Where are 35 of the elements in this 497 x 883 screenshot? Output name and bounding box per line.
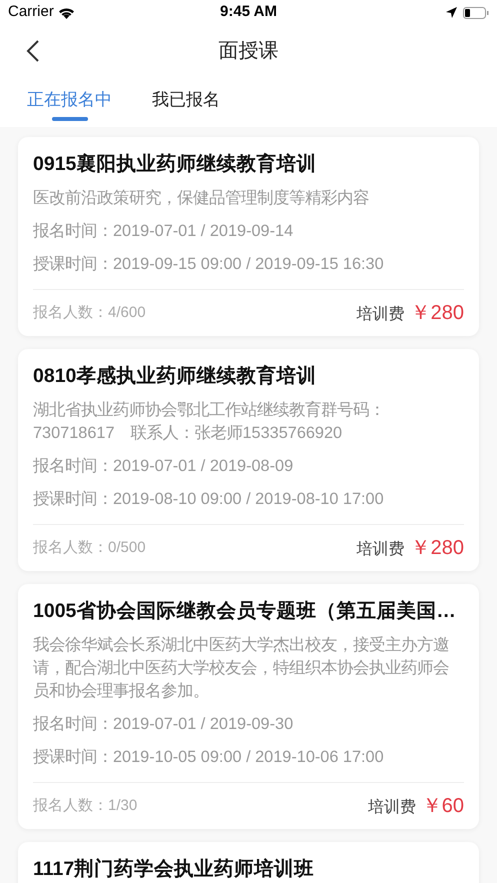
battery-icon (463, 6, 489, 18)
enrollment-count: 报名人数：0/500 (33, 538, 146, 558)
course-title: 0810孝感执业药师继续教育培训 (33, 364, 318, 389)
price: ￥280 (410, 301, 464, 326)
course-card[interactable]: 0915襄阳执业药师继续教育培训 医改前沿政策研究，保健品管理制度等精彩内容 报名时间：2019-07-01 / 2019-09-14 授课时间：2019-09-15 09:00 / 2019-09-15 16:30 报名人数：4/600 培训费 ￥280 (18, 137, 479, 336)
course-card[interactable]: 0810孝感执业药师继续教育培训 湖北省执业药师协会鄂北工作站继续教育群号码：730718617 联系人：张老师15335766920 报名时间：2019-07-01 / 2019-08-09 授课时间：2019-08-10 09:00 / 2019-08-10 17:00 报名人数：0/500 培训费 ￥280 (18, 349, 479, 571)
course-title: 0915襄阳执业药师继续教育培训 (33, 152, 318, 177)
signup-period: 报名时间：2019-07-01 / 2019-09-14 (33, 221, 294, 242)
course-title: 1005省协会国际继教会员专题班（第五届美国… (33, 599, 457, 624)
location-icon (446, 7, 457, 18)
class-period: 授课时间：2019-09-15 09:00 / 2019-09-15 16:30 (33, 254, 385, 275)
price: ￥280 (410, 536, 464, 561)
signup-period: 报名时间：2019-07-01 / 2019-08-09 (33, 456, 294, 477)
fee-label: 培训费 (356, 304, 405, 325)
price: ￥60 (422, 794, 464, 819)
status-time: 9:45 AM (220, 2, 277, 22)
course-description: 医改前沿政策研究，保健品管理制度等精彩内容 (33, 188, 370, 209)
page-title: 面授课 (218, 39, 278, 64)
course-title: 1117荆门药学会执业药师培训班 (33, 857, 316, 882)
fee-label: 培训费 (368, 798, 416, 818)
carrier-label: Carrier (8, 2, 54, 22)
enrollment-count: 报名人数：4/600 (33, 302, 146, 323)
enrollment-count: 报名人数：1/30 (33, 796, 138, 816)
fee-label: 培训费 (356, 540, 405, 560)
class-period: 授课时间：2019-10-05 09:00 / 2019-10-06 17:00 (33, 747, 385, 768)
tab[interactable]: 正在报名中 (27, 77, 112, 127)
course-description: 我会徐华斌会长系湖北中医药大学杰出校友，接受主办方邀请，配合湖北中医药大学校友会，特组织本协会执业药师会员和协会理事报名参加。 (33, 635, 450, 702)
course-card[interactable]: 1117荆门药学会执业药师培训班 (18, 842, 479, 883)
class-period: 授课时间：2019-08-10 09:00 / 2019-08-10 17:00 (33, 489, 385, 510)
course-card[interactable]: 1005省协会国际继教会员专题班（第五届美国… 我会徐华斌会长系湖北中医药大学杰出校友，接受主办方邀请，配合湖北中医药大学校友会，特组织本协会执业药师会员和协会理事报名参加。 报名时间：2019-07-01 / 2019-09-30 授课时间：2019-10-05 09:00 / 2019-10-06 17:00 报名人数：1/30 培训费 ￥60 (18, 584, 479, 829)
signup-period: 报名时间：2019-07-01 / 2019-09-30 (33, 714, 294, 735)
course-description: 湖北省执业药师协会鄂北工作站继续教育群号码：730718617 联系人：张老师15335766920 (33, 400, 386, 444)
back-icon[interactable] (26, 40, 40, 62)
tab[interactable]: 我已报名 (152, 77, 220, 127)
wifi-icon (58, 6, 75, 18)
